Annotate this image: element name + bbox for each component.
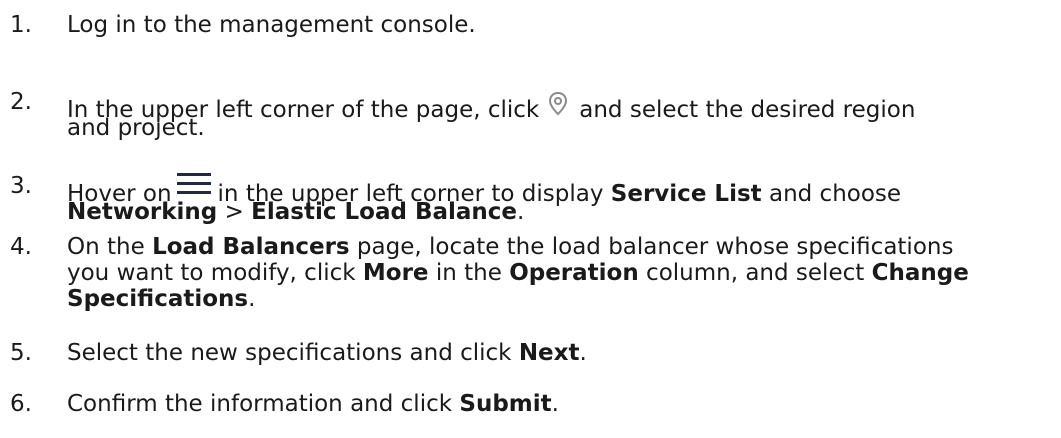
step-text: Select the new specifications and click … (67, 340, 1057, 366)
step-line: Log in to the management console. (67, 12, 1057, 38)
step-number: 4. (10, 234, 32, 260)
step-text: On the Load Balancers page, locate the l… (67, 234, 1057, 312)
step-text-segment: Log in to the management console. (67, 12, 476, 38)
step-text-segment: column, and select (646, 260, 865, 286)
menu-hamburger-icon (176, 173, 212, 199)
step-text-segment: . (248, 286, 256, 312)
step-line: On the Load Balancers page, locate the l… (67, 234, 1057, 260)
step-text-segment: in the (435, 260, 502, 286)
step-text-segment: and project. (67, 115, 205, 141)
step-text: Hover on in the upper left corner to disp… (67, 173, 1057, 225)
step-text: In the upper left corner of the page, cl… (67, 89, 1057, 141)
step-line: Hover on in the upper left corner to disp… (67, 173, 1057, 207)
operation-label: Operation (509, 260, 639, 286)
step-text-segment: . (551, 391, 559, 417)
step-number: 1. (10, 12, 32, 38)
step-line: Select the new specifications and click … (67, 340, 1057, 366)
step-text: Log in to the management console. (67, 12, 1057, 38)
step-line: Confirm the information and click Submit… (67, 391, 1057, 417)
change-label: Change (871, 260, 969, 286)
step-text-segment: > (224, 199, 244, 225)
step-number: 6. (10, 391, 32, 417)
specifications-label: Specifications (67, 286, 249, 312)
service-list-label: Service List (610, 181, 762, 207)
step-text-segment: page, locate the load balancer whose spe… (356, 234, 954, 260)
step-text-segment: and choose (768, 181, 902, 207)
next-label: Next (518, 340, 580, 366)
step-number: 3. (10, 173, 32, 199)
submit-label: Submit (459, 391, 552, 417)
step-number: 2. (10, 89, 32, 115)
step-text-segment: On the (67, 234, 145, 260)
step-line: you want to modify, click More in the Op… (67, 260, 1057, 286)
step-text: Confirm the information and click Submit… (67, 391, 1057, 417)
step-text-segment: Select the new specifications and click (67, 340, 512, 366)
elastic-load-balance-label: Elastic Load Balance (251, 199, 518, 225)
networking-label: Networking (67, 199, 218, 225)
step-number: 5. (10, 340, 32, 366)
step-text-segment: and select the desired region (579, 97, 916, 123)
step-line: Specifications. (67, 286, 1057, 312)
step-text-segment: . (517, 199, 525, 225)
procedure-steps: 1. Log in to the management console. 2. … (0, 0, 1061, 438)
load-balancers-label: Load Balancers (152, 234, 350, 260)
step-text-segment: . (579, 340, 587, 366)
step-line: In the upper left corner of the page, cl… (67, 89, 1057, 123)
step-text-segment: you want to modify, click (67, 260, 356, 286)
more-label: More (362, 260, 429, 286)
step-text-segment: Confirm the information and click (67, 391, 453, 417)
location-pin-icon (543, 89, 573, 119)
